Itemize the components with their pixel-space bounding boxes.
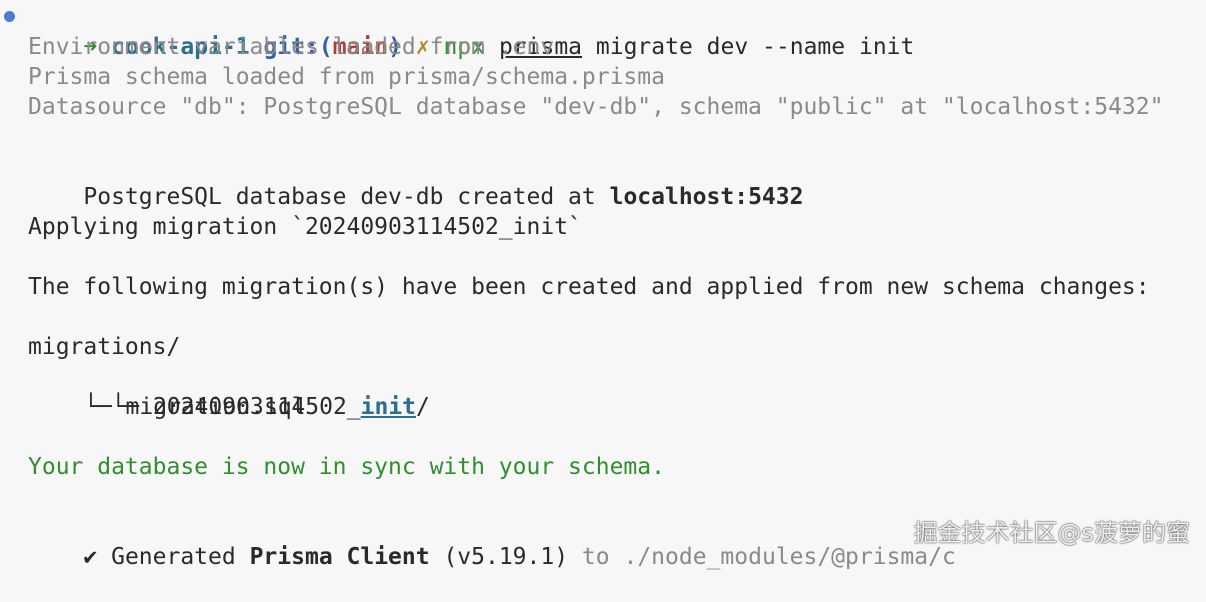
in-sync-line: Your database is now in sync with your s…: [28, 454, 665, 480]
applying-migration-line: Applying migration `20240903114502_init`: [28, 214, 582, 240]
tree-root: migrations/: [28, 334, 181, 360]
schema-loaded-line: Prisma schema loaded from prisma/schema.…: [28, 64, 665, 90]
prompt-line: ➜ cook-api-1 git:(main) ✗ npx prisma mig…: [28, 2, 914, 60]
generated-client-line: ✔ Generated Prisma Client (v5.19.1) to .…: [28, 512, 955, 570]
watermark: 掘金技术社区@s菠萝的蜜: [913, 519, 1190, 547]
terminal-window[interactable]: ➜ cook-api-1 git:(main) ✗ npx prisma mig…: [0, 0, 1206, 570]
following-migrations-line: The following migration(s) have been cre…: [28, 274, 1150, 300]
tree-branch-init: init: [360, 394, 417, 420]
db-created-text: PostgreSQL database dev-db created at: [83, 184, 610, 210]
check-icon: ✔: [83, 544, 98, 570]
tree-branch-slash: /: [416, 394, 430, 420]
generated-path: to ./node_modules/@prisma/c: [568, 544, 956, 570]
prompt-status-dot: [4, 11, 15, 22]
db-created-host: localhost:5432: [609, 184, 804, 210]
tree-migration-folder: └─ 20240903114502_init/: [56, 362, 430, 420]
generated-version: (v5.19.1): [429, 544, 569, 570]
db-created-line: PostgreSQL database dev-db created at lo…: [28, 152, 803, 210]
generated-client-name: Prisma Client: [249, 544, 430, 570]
command-args: migrate dev --name init: [582, 34, 915, 60]
tree-migration-file: └─ migration.sql: [84, 394, 306, 420]
env-loaded-line: Environment variables loaded from .env: [28, 34, 555, 60]
generated-word: Generated: [97, 544, 250, 570]
datasource-line: Datasource "db": PostgreSQL database "de…: [28, 94, 1164, 120]
